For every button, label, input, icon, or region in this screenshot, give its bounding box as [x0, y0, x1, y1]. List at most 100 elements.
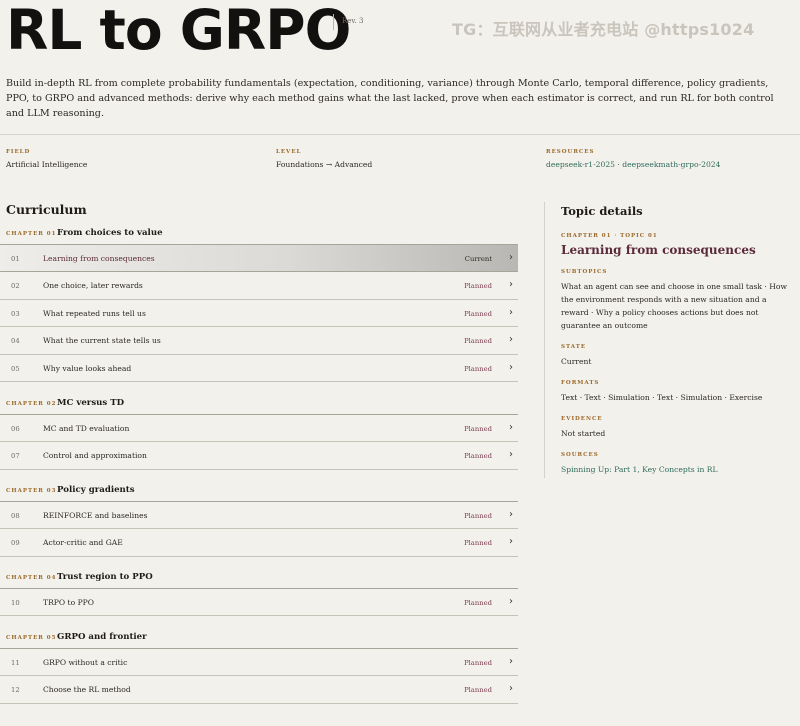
- topic-status: Planned: [464, 539, 492, 548]
- meta-level-value: Foundations → Advanced: [276, 160, 373, 169]
- topic-number: 03: [11, 309, 20, 318]
- topic-row-09[interactable]: 09 Actor-critic and GAE Planned ›: [0, 529, 518, 557]
- topic-status: Planned: [464, 512, 492, 520]
- course-description: Build in-depth RL from complete probabil…: [6, 78, 774, 119]
- chapter-title: Policy gradients: [57, 485, 135, 495]
- topic-number: 05: [11, 364, 20, 373]
- meta-resources: RESOURCES deepseek-r1-2025 · deepseekmat…: [546, 149, 720, 169]
- chevron-right-icon: ›: [509, 361, 513, 373]
- chevron-right-icon: ›: [509, 279, 513, 291]
- chapter-title: From choices to value: [57, 228, 163, 238]
- meta-field-value: Artificial Intelligence: [6, 160, 88, 169]
- topic-row-02[interactable]: 02 One choice, later rewards Planned ›: [0, 272, 518, 300]
- chapter-title: MC versus TD: [57, 398, 125, 408]
- chapter-04: CHAPTER 04 Trust region to PPO 10 TRPO t…: [0, 568, 518, 617]
- chapter-header: CHAPTER 02 MC versus TD: [0, 394, 518, 415]
- chapter-02: CHAPTER 02 MC versus TD 06 MC and TD eva…: [0, 394, 518, 470]
- topic-status: Planned: [464, 309, 492, 318]
- topic-number: 07: [11, 452, 20, 461]
- meta-field-label: FIELD: [6, 149, 31, 155]
- topic-status: Planned: [464, 452, 492, 461]
- topic-number: 08: [11, 512, 20, 520]
- topic-status: Planned: [464, 282, 492, 291]
- chevron-right-icon: ›: [509, 509, 513, 520]
- chapter-number: CHAPTER 02: [6, 401, 57, 407]
- topic-row-08[interactable]: 08 REINFORCE and baselines Planned ›: [0, 502, 518, 530]
- chevron-right-icon: ›: [509, 683, 513, 695]
- subtopics-value: What an agent can see and choose in one …: [561, 282, 787, 330]
- topic-row-12[interactable]: 12 Choose the RL method Planned ›: [0, 676, 518, 704]
- formats-value: Text · Text · Simulation · Text · Simula…: [561, 393, 763, 402]
- chapter-header: CHAPTER 01 From choices to value: [0, 224, 518, 245]
- topic-row-07[interactable]: 07 Control and approximation Planned ›: [0, 442, 518, 470]
- topic-number: 11: [11, 659, 20, 667]
- meta-field: FIELD Artificial Intelligence: [6, 149, 87, 169]
- topic-row-04[interactable]: 04 What the current state tells us Plann…: [0, 327, 518, 355]
- page-header: RL to GRPO Rev. 3 TG：互联网从业者充电站 @https102…: [0, 0, 800, 70]
- topic-status: Planned: [464, 337, 492, 346]
- topic-title: GRPO without a critic: [43, 658, 128, 667]
- topic-number: 12: [11, 686, 20, 695]
- revision-label: Rev. 3: [342, 17, 364, 25]
- topic-status: Current: [464, 255, 492, 263]
- topic-title: Why value looks ahead: [43, 363, 132, 373]
- chevron-right-icon: ›: [509, 306, 513, 318]
- chevron-right-icon: ›: [509, 252, 513, 263]
- header-divider: [0, 134, 800, 135]
- topic-status: Planned: [464, 686, 492, 695]
- topic-details-heading: Topic details: [561, 204, 643, 218]
- chevron-right-icon: ›: [509, 656, 513, 667]
- evidence-value: Not started: [561, 429, 606, 438]
- topic-number: 01: [11, 255, 20, 263]
- state-label: STATE: [561, 344, 587, 350]
- topic-title: What the current state tells us: [43, 336, 161, 346]
- chapter-header: CHAPTER 05 GRPO and frontier: [0, 628, 518, 649]
- chapter-number: CHAPTER 01: [6, 231, 57, 237]
- topic-number: 04: [11, 337, 20, 346]
- chapter-header: CHAPTER 04 Trust region to PPO: [0, 568, 518, 589]
- topic-status: Planned: [464, 599, 492, 607]
- state-value: Current: [561, 357, 592, 366]
- topic-number: 10: [11, 599, 20, 607]
- topic-title: Control and approximation: [43, 451, 147, 461]
- chapter-05: CHAPTER 05 GRPO and frontier 11 GRPO wit…: [0, 628, 518, 704]
- topic-details-title: Learning from consequences: [561, 243, 756, 257]
- chapter-number: CHAPTER 04: [6, 575, 57, 581]
- chapter-01: CHAPTER 01 From choices to value 01 Lear…: [0, 224, 518, 382]
- topic-title: REINFORCE and baselines: [43, 511, 148, 520]
- topic-row-05[interactable]: 05 Why value looks ahead Planned ›: [0, 355, 518, 382]
- chevron-right-icon: ›: [509, 449, 513, 461]
- topic-title: Choose the RL method: [43, 685, 131, 695]
- meta-resources-link[interactable]: deepseek-r1-2025 · deepseekmath-grpo-202…: [546, 160, 720, 169]
- topic-row-06[interactable]: 06 MC and TD evaluation Planned ›: [0, 415, 518, 443]
- topic-title: What repeated runs tell us: [43, 308, 146, 318]
- source-link[interactable]: Spinning Up: Part 1, Key Concepts in RL: [561, 463, 793, 476]
- topic-number: 06: [11, 425, 20, 433]
- watermark-text: TG：互联网从业者充电站 @https1024: [452, 20, 755, 39]
- formats-label: FORMATS: [561, 380, 600, 386]
- chapter-03: CHAPTER 03 Policy gradients 08 REINFORCE…: [0, 481, 518, 557]
- topic-title: TRPO to PPO: [43, 598, 95, 607]
- topic-row-03[interactable]: 03 What repeated runs tell us Planned ›: [0, 300, 518, 328]
- topic-title: Actor-critic and GAE: [43, 538, 123, 548]
- chevron-right-icon: ›: [509, 422, 513, 433]
- topic-status: Planned: [464, 659, 492, 667]
- subtopics-label: SUBTOPICS: [561, 269, 608, 275]
- chevron-right-icon: ›: [509, 596, 513, 607]
- chapter-number: CHAPTER 03: [6, 488, 57, 494]
- chapter-number: CHAPTER 05: [6, 635, 57, 641]
- topic-title: Learning from consequences: [43, 254, 155, 263]
- topic-status: Planned: [464, 425, 492, 433]
- topic-row-01[interactable]: 01 Learning from consequences Current ›: [0, 245, 518, 273]
- title-divider: [333, 14, 334, 30]
- evidence-label: EVIDENCE: [561, 416, 603, 422]
- topic-row-11[interactable]: 11 GRPO without a critic Planned ›: [0, 649, 518, 677]
- chevron-right-icon: ›: [509, 536, 513, 548]
- chapter-header: CHAPTER 03 Policy gradients: [0, 481, 518, 502]
- chevron-right-icon: ›: [509, 334, 513, 346]
- meta-level-label: LEVEL: [276, 149, 302, 155]
- panel-divider: [544, 202, 545, 478]
- curriculum-heading: Curriculum: [6, 202, 87, 217]
- topic-row-10[interactable]: 10 TRPO to PPO Planned ›: [0, 589, 518, 617]
- chapter-title: Trust region to PPO: [57, 572, 153, 582]
